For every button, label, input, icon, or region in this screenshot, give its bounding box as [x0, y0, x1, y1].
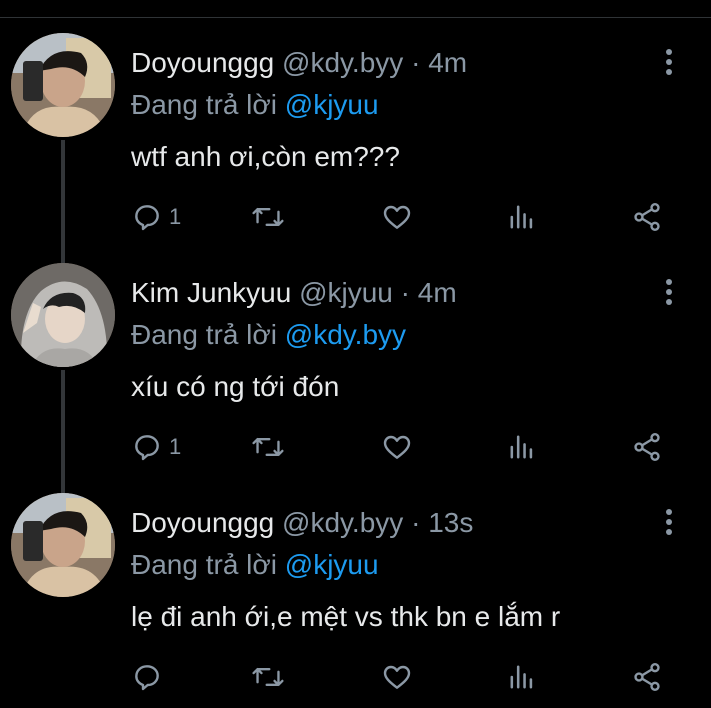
tweet[interactable]: Doyounggg @kdy.byy · 4m Đang trả lời @kj…: [0, 22, 711, 242]
more-icon[interactable]: [655, 274, 683, 310]
handle[interactable]: @kjyuu: [299, 277, 393, 308]
tweet[interactable]: Kim Junkyuu @kjyuu · 4m Đang trả lời @kd…: [0, 252, 711, 472]
display-name[interactable]: Doyounggg: [131, 47, 274, 78]
like-icon: [381, 431, 413, 463]
timestamp[interactable]: 4m: [428, 47, 467, 78]
divider: [0, 17, 711, 18]
views-icon: [508, 201, 536, 233]
handle[interactable]: @kdy.byy: [282, 507, 403, 538]
views-button[interactable]: [508, 427, 536, 467]
avatar[interactable]: [11, 33, 115, 137]
like-button[interactable]: [381, 427, 413, 467]
action-bar: 1: [131, 427, 691, 467]
separator: ·: [411, 507, 421, 538]
reply-mention-link[interactable]: @kjyuu: [285, 549, 379, 580]
tweet-header: Doyounggg @kdy.byy · 13s: [131, 505, 473, 541]
views-button[interactable]: [508, 197, 536, 237]
tweet-header: Kim Junkyuu @kjyuu · 4m: [131, 275, 457, 311]
share-icon: [631, 661, 663, 693]
tweet-text: xíu có ng tới đón: [131, 371, 340, 402]
replying-to: Đang trả lời @kjyuu: [131, 87, 379, 123]
retweet-button[interactable]: [251, 657, 285, 697]
display-name[interactable]: Kim Junkyuu: [131, 277, 291, 308]
reply-button[interactable]: 1: [131, 427, 181, 467]
retweet-button[interactable]: [251, 197, 285, 237]
tweet[interactable]: Doyounggg @kdy.byy · 13s Đang trả lời @k…: [0, 482, 711, 708]
reply-icon: [131, 201, 163, 233]
reply-mention-link[interactable]: @kdy.byy: [285, 319, 406, 350]
more-icon[interactable]: [655, 504, 683, 540]
timestamp[interactable]: 13s: [428, 507, 473, 538]
reply-icon: [131, 431, 163, 463]
reply-button[interactable]: [131, 657, 169, 697]
retweet-button[interactable]: [251, 427, 285, 467]
views-button[interactable]: [508, 657, 536, 697]
tweet-text: lẹ đi anh ới,e mệt vs thk bn e lắm r: [131, 601, 561, 632]
retweet-icon: [251, 431, 285, 463]
views-icon: [508, 431, 536, 463]
retweet-icon: [251, 661, 285, 693]
like-button[interactable]: [381, 657, 413, 697]
tweet-header: Doyounggg @kdy.byy · 4m: [131, 45, 467, 81]
reply-mention-link[interactable]: @kjyuu: [285, 89, 379, 120]
reply-icon: [131, 661, 163, 693]
replying-to-label: Đang trả lời: [131, 319, 277, 350]
timestamp[interactable]: 4m: [418, 277, 457, 308]
like-icon: [381, 201, 413, 233]
conversation-thread: Doyounggg @kdy.byy · 4m Đang trả lời @kj…: [0, 0, 711, 708]
separator: ·: [400, 277, 410, 308]
separator: ·: [411, 47, 421, 78]
views-icon: [508, 661, 536, 693]
share-button[interactable]: [631, 657, 663, 697]
share-icon: [631, 201, 663, 233]
replying-to-label: Đang trả lời: [131, 549, 277, 580]
replying-to-label: Đang trả lời: [131, 89, 277, 120]
avatar[interactable]: [11, 263, 115, 367]
share-button[interactable]: [631, 427, 663, 467]
like-icon: [381, 661, 413, 693]
more-icon[interactable]: [655, 44, 683, 80]
replying-to: Đang trả lời @kjyuu: [131, 547, 379, 583]
display-name[interactable]: Doyounggg: [131, 507, 274, 538]
action-bar: 1: [131, 197, 691, 237]
share-button[interactable]: [631, 197, 663, 237]
avatar[interactable]: [11, 493, 115, 597]
reply-count: 1: [169, 204, 182, 229]
retweet-icon: [251, 201, 285, 233]
action-bar: [131, 657, 691, 697]
tweet-text: wtf anh ơi,còn em???: [131, 141, 400, 172]
reply-count: 1: [169, 434, 182, 459]
reply-button[interactable]: 1: [131, 197, 181, 237]
handle[interactable]: @kdy.byy: [282, 47, 403, 78]
replying-to: Đang trả lời @kdy.byy: [131, 317, 406, 353]
share-icon: [631, 431, 663, 463]
like-button[interactable]: [381, 197, 413, 237]
